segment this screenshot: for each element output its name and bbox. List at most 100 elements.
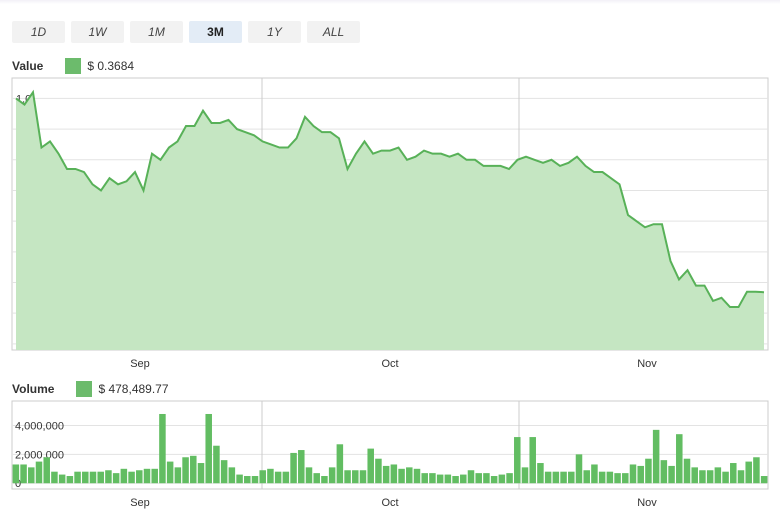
volume-bar: [20, 464, 27, 484]
volume-bar: [136, 470, 143, 484]
volume-bar: [190, 455, 197, 484]
volume-bar: [344, 470, 351, 484]
volume-bar: [552, 471, 560, 484]
volume-bar: [251, 476, 259, 484]
volume-bar: [159, 413, 166, 484]
volume-bar: [174, 467, 182, 484]
volume-bar: [460, 474, 467, 484]
volume-bar: [606, 471, 614, 484]
volume-bar: [506, 473, 513, 484]
volume-bar: [537, 463, 544, 484]
volume-bar: [328, 467, 336, 484]
volume-bar: [43, 457, 50, 484]
volume-bar: [622, 473, 629, 484]
volume-bar: [382, 465, 390, 484]
volume-bar: [652, 429, 660, 484]
volume-bar: [290, 452, 297, 484]
volume-bar: [452, 476, 459, 484]
volume-bar: [182, 457, 189, 484]
volume-bar: [305, 467, 313, 484]
volume-y-tick-label: 4,000,000: [15, 421, 64, 433]
volume-bar: [97, 471, 104, 484]
volume-bar: [529, 437, 536, 484]
volume-bar: [352, 470, 359, 484]
volume-bar: [413, 468, 421, 484]
volume-bar: [58, 474, 66, 484]
volume-bar: [406, 467, 413, 484]
volume-bar: [205, 413, 212, 484]
volume-bar: [521, 467, 529, 484]
volume-bar: [321, 476, 328, 484]
volume-bar: [74, 471, 81, 484]
volume-bar: [274, 471, 282, 484]
volume-bar: [568, 471, 575, 484]
volume-bar: [714, 467, 722, 484]
volume-bar: [629, 464, 637, 484]
volume-bar: [544, 471, 552, 484]
volume-bar: [614, 473, 621, 484]
volume-bar: [436, 474, 444, 484]
volume-bar: [82, 471, 89, 484]
volume-x-tick-label: Nov: [637, 497, 657, 509]
volume-bar: [753, 457, 760, 484]
volume-bar: [151, 468, 158, 484]
volume-bar: [668, 465, 675, 484]
volume-bar: [498, 474, 506, 484]
volume-bar: [244, 476, 251, 484]
volume-bar: [259, 470, 266, 484]
volume-bar: [112, 473, 120, 484]
volume-bar: [583, 470, 590, 484]
volume-bar: [298, 450, 305, 484]
volume-bar: [676, 434, 683, 484]
volume-bar: [398, 468, 405, 484]
volume-bar: [760, 476, 768, 484]
volume-bar: [444, 474, 452, 484]
volume-bar: [367, 448, 374, 484]
volume-bar: [683, 458, 691, 484]
volume-bar: [483, 473, 490, 484]
volume-bar: [228, 467, 236, 484]
volume-bar: [166, 461, 174, 484]
volume-bar: [282, 471, 290, 484]
volume-bar: [722, 471, 729, 484]
volume-bar: [236, 474, 243, 484]
volume-x-tick-label: Oct: [381, 497, 398, 509]
volume-bar: [89, 471, 97, 484]
volume-bar: [359, 470, 367, 484]
volume-bar: [105, 470, 112, 484]
volume-bar: [213, 445, 220, 484]
volume-bar: [336, 444, 344, 484]
volume-y-tick-label: 2,000,000: [15, 449, 64, 461]
volume-bar: [691, 467, 698, 484]
volume-bar: [375, 458, 382, 484]
volume-bar: [390, 464, 398, 484]
volume-bar: [421, 473, 428, 484]
volume-bar: [645, 458, 652, 484]
volume-bar: [220, 460, 228, 484]
volume-bar: [35, 461, 43, 484]
volume-bar: [575, 454, 583, 484]
volume-bar: [313, 473, 320, 484]
volume-bar: [66, 476, 74, 484]
volume-bar: [745, 461, 752, 484]
volume-bar: [660, 460, 668, 484]
volume-bar: [514, 437, 521, 484]
volume-chart[interactable]: 4,000,0002,000,0000Sep Oct Nov: [0, 0, 780, 512]
volume-bar: [128, 471, 135, 484]
volume-bar: [143, 468, 151, 484]
volume-bar: [197, 463, 205, 484]
volume-bar: [28, 467, 35, 484]
volume-bar: [475, 473, 482, 484]
volume-bar: [490, 476, 498, 484]
volume-bar: [598, 471, 606, 484]
volume-bar: [429, 473, 436, 484]
volume-bar: [730, 463, 737, 484]
volume-bar: [120, 468, 128, 484]
volume-bar: [699, 470, 706, 484]
volume-bar: [591, 464, 598, 484]
volume-bar: [560, 471, 567, 484]
volume-bar: [51, 471, 58, 484]
volume-bar: [467, 470, 475, 484]
volume-bar: [706, 470, 714, 484]
volume-bar: [737, 470, 745, 484]
